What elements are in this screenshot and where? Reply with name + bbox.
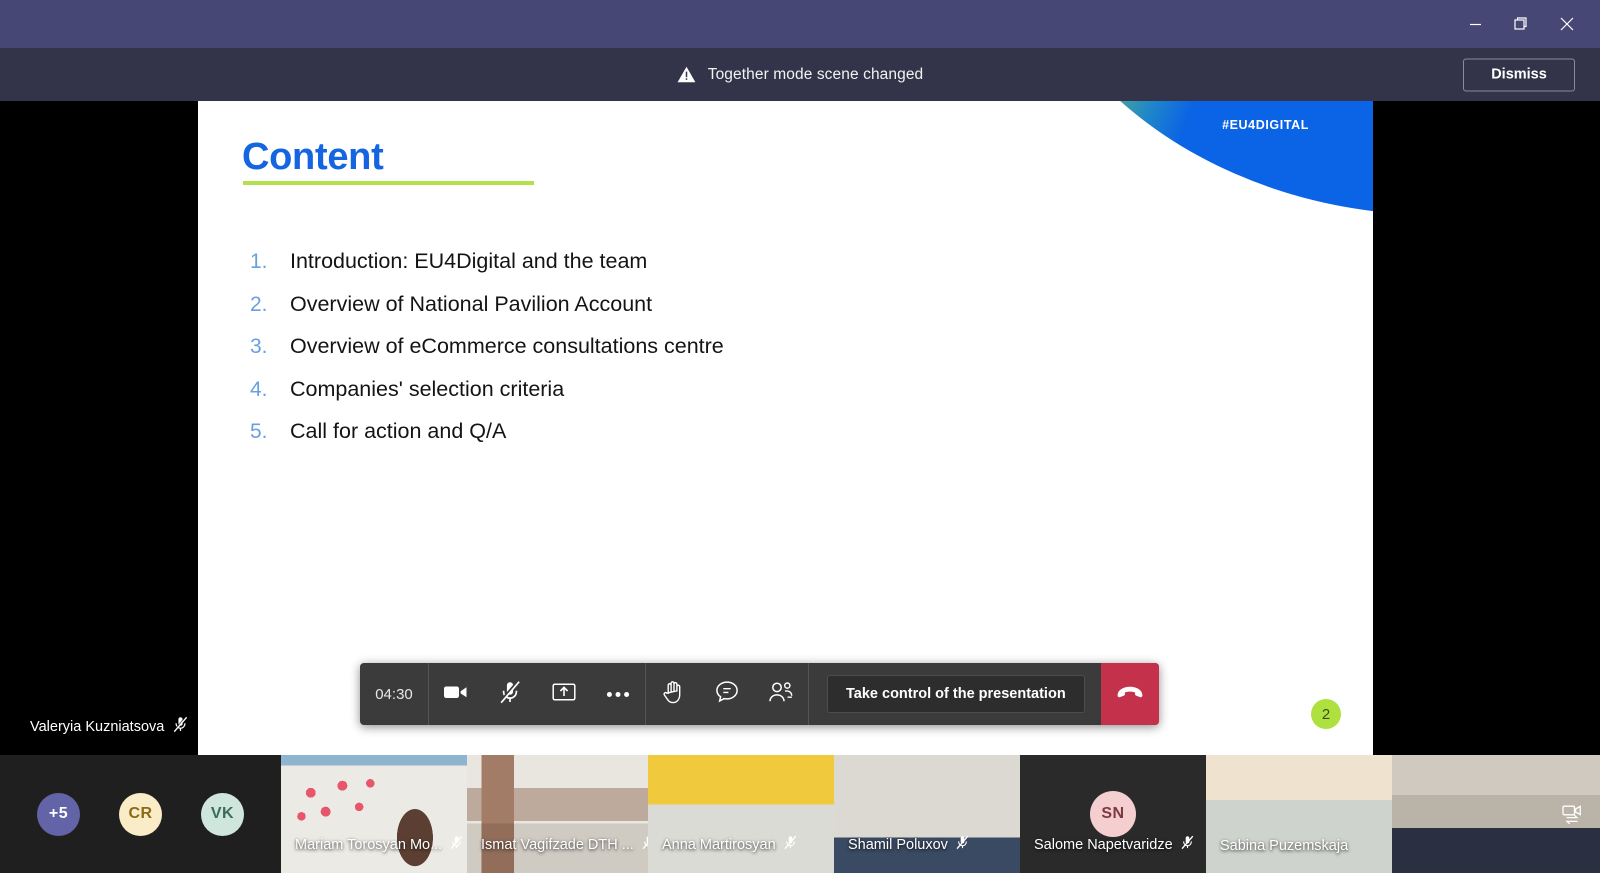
participant-tile[interactable]: Anna Martirosyan [648,755,834,873]
more-options-icon [606,685,630,703]
teams-meeting-window: Together mode scene changed Dismiss #EU4… [0,0,1600,873]
participant-tile[interactable]: SN Salome Napetvaridze [1020,755,1206,873]
maximize-icon [1514,17,1528,31]
chat-icon [715,680,739,708]
slide-page-number: 2 [1311,699,1341,729]
participant-name-badge: Mariam Torosyan Mo... [295,835,463,854]
more-button[interactable] [591,663,645,725]
participant-tile[interactable] [1392,755,1600,873]
participant-name: Anna Martirosyan [662,836,776,853]
participant-filmstrip: +5 CR VK Mariam Torosyan Mo... Ismat Vag… [0,755,1600,873]
slide-hashtag: #EU4DIGITAL [1222,118,1309,132]
list-item-number: 4. [250,377,268,401]
meeting-stage: #EU4DIGITAL Content 1. Introduction: EU4… [0,101,1600,755]
avatar[interactable]: +5 [37,792,80,836]
participant-tile[interactable]: Mariam Torosyan Mo... [281,755,467,873]
participant-tile[interactable]: Sabina Puzemskaja [1206,755,1392,873]
slide-decorative-arc [1007,101,1373,215]
slide-agenda-list: 1. Introduction: EU4Digital and the team… [250,249,1230,462]
list-item-number: 5. [250,420,268,443]
chat-button[interactable] [700,663,754,725]
list-item-label: Call for action and Q/A [290,419,507,443]
divider [808,663,809,725]
minimize-button[interactable] [1452,0,1498,48]
participant-name: Shamil Poluxov [848,836,948,853]
take-control-button[interactable]: Take control of the presentation [827,675,1085,713]
list-item-label: Overview of eCommerce consultations cent… [290,334,724,358]
participant-name-badge: Anna Martirosyan [662,835,797,854]
mic-button[interactable] [483,663,537,725]
presenter-name: Valeryia Kuzniatsova [30,718,165,735]
notification-bar: Together mode scene changed Dismiss [0,48,1600,101]
participant-video [834,755,1020,873]
participant-name: Salome Napetvaridze [1034,836,1173,853]
meeting-timer: 04:30 [375,685,413,703]
notification-text: Together mode scene changed [707,65,924,83]
participant-name: Sabina Puzemskaja [1220,838,1349,854]
mic-muted-icon [450,835,463,854]
camera-icon [443,683,469,706]
list-item-label: Overview of National Pavilion Account [290,291,653,316]
participant-name-badge: Salome Napetvaridze [1034,835,1194,854]
list-item: 3. Overview of eCommerce consultations c… [250,334,1230,359]
avatar-wrap: SN [1020,755,1206,873]
participant-video [648,755,834,873]
list-item-label: Companies' selection criteria [290,376,565,401]
minimize-icon [1469,18,1482,31]
list-item-label: Introduction: EU4Digital and the team [290,249,648,273]
list-item: 2. Overview of National Pavilion Account [250,292,1230,317]
raise-hand-icon [662,680,684,709]
shared-presentation-slide[interactable]: #EU4DIGITAL Content 1. Introduction: EU4… [198,101,1373,755]
maximize-button[interactable] [1498,0,1544,48]
meeting-control-bar: 04:30 Take control of the presentation [360,663,1159,725]
presenter-label: Valeryia Kuzniatsova [30,716,188,737]
mic-muted-icon [173,716,188,737]
participant-tile[interactable]: Shamil Poluxov [834,755,1020,873]
participant-video [281,755,467,873]
close-icon [1560,17,1574,31]
warning-icon [677,66,696,83]
camera-switch-icon[interactable] [1562,804,1584,824]
share-screen-icon [552,682,576,707]
overflow-avatars: +5 CR VK [0,755,281,873]
list-item: 1. Introduction: EU4Digital and the team [250,249,1230,274]
mic-muted-icon [956,835,969,854]
participant-name: Ismat Vagifzade DTH ... [481,836,634,853]
list-item-number: 1. [250,250,268,273]
camera-button[interactable] [429,663,483,725]
participant-tile[interactable]: Ismat Vagifzade DTH ... [467,755,648,873]
share-button[interactable] [537,663,591,725]
list-item: 4. Companies' selection criteria [250,377,1230,402]
avatar[interactable]: CR [119,792,162,836]
hangup-button[interactable] [1100,663,1159,725]
participant-name-badge: Sabina Puzemskaja [1220,838,1348,854]
dismiss-button[interactable]: Dismiss [1463,58,1575,91]
participant-name-badge: Ismat Vagifzade DTH ... [481,835,648,854]
window-titlebar [0,0,1600,48]
avatar: SN [1090,791,1136,837]
mic-muted-icon [499,679,521,709]
close-button[interactable] [1544,0,1590,48]
mic-muted-icon [784,835,797,854]
slide-title-underline [243,181,534,185]
hangup-icon [1116,685,1144,704]
participant-name-badge: Shamil Poluxov [848,835,969,854]
list-item-number: 3. [250,335,268,358]
list-item: 5. Call for action and Q/A [250,419,1230,444]
list-item-number: 2. [250,292,268,316]
participant-name: Mariam Torosyan Mo... [295,836,443,853]
participant-video [1206,755,1392,873]
slide-title: Content [242,136,384,178]
avatar[interactable]: VK [201,792,244,836]
people-button[interactable] [754,663,808,725]
people-icon [768,681,794,708]
participant-video [467,755,648,873]
raise-hand-button[interactable] [646,663,700,725]
mic-muted-icon [1181,835,1194,854]
